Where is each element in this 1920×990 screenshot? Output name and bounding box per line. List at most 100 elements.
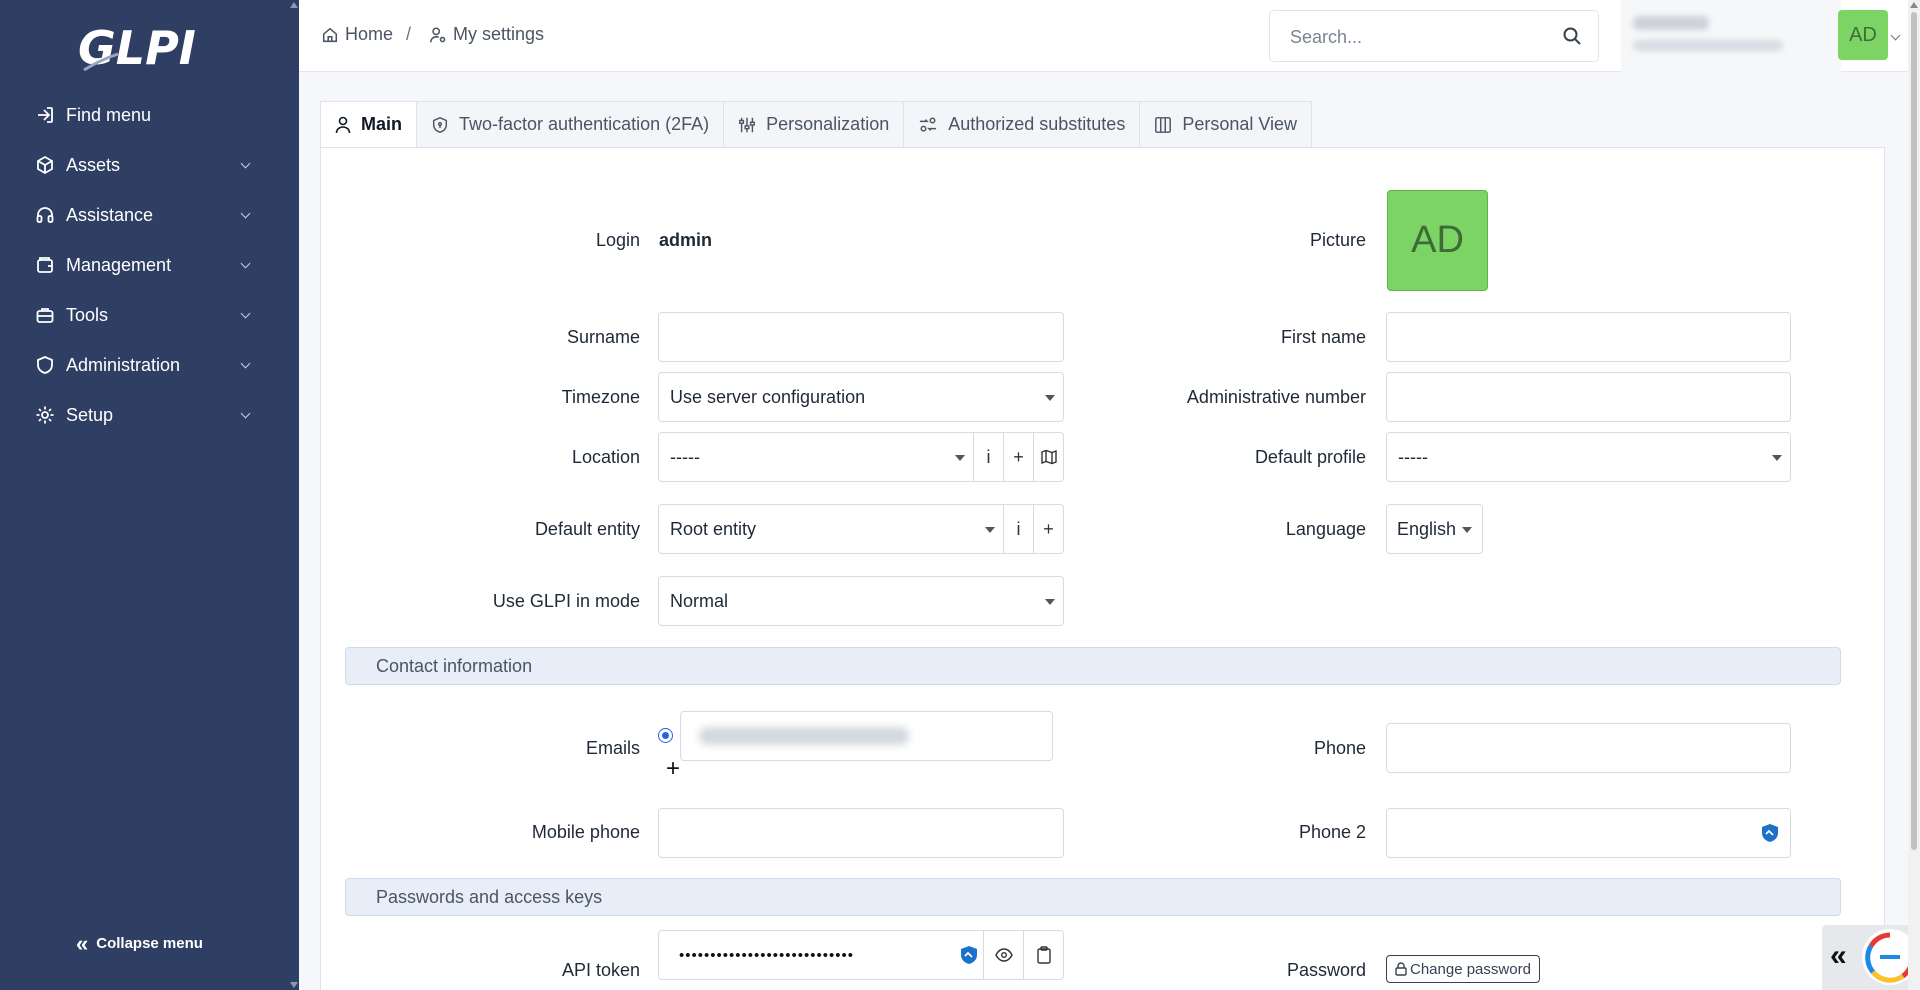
- page-scrollbar[interactable]: [1908, 0, 1920, 990]
- headset-icon: [34, 204, 56, 226]
- emails-label: Emails: [585, 738, 640, 758]
- change-password-button[interactable]: Change password: [1386, 955, 1540, 983]
- show-token-button[interactable]: [983, 931, 1023, 979]
- sidebar-item-tools[interactable]: Tools: [0, 290, 291, 340]
- sidebar-item-administration[interactable]: Administration: [0, 340, 291, 390]
- firstname-label: First name: [1280, 327, 1366, 347]
- chevron-down-icon: [240, 208, 251, 219]
- main-panel: [320, 147, 1885, 990]
- collapse-menu-button[interactable]: « Collapse menu: [76, 930, 203, 956]
- breadcrumb-my-settings-label: My settings: [453, 24, 545, 44]
- password-manager-icon[interactable]: [959, 945, 979, 965]
- mobile-phone-field: [658, 808, 1064, 858]
- tab-authorized-substitutes[interactable]: Authorized substitutes: [903, 101, 1140, 148]
- api-token-value[interactable]: ••••••••••••••••••••••••••••: [659, 947, 959, 964]
- user-picture[interactable]: AD: [1387, 190, 1488, 291]
- double-chevron-left-icon[interactable]: «: [1830, 939, 1847, 973]
- passwords-section-header[interactable]: Passwords and access keys: [345, 878, 1841, 916]
- picture-label: Picture: [1309, 230, 1366, 250]
- password-manager-icon[interactable]: [1760, 823, 1780, 843]
- chevron-down-icon: [240, 258, 251, 269]
- sidebar-item-label: Setup: [66, 404, 114, 425]
- phone-input[interactable]: [1387, 724, 1790, 772]
- caret-down-icon[interactable]: [955, 455, 965, 461]
- sidebar-item-management[interactable]: Management: [0, 240, 291, 290]
- tab-main[interactable]: Main: [320, 101, 417, 148]
- glpi-logo[interactable]: GLPI: [78, 20, 208, 78]
- default-email-radio[interactable]: [658, 728, 673, 743]
- user-avatar[interactable]: AD: [1838, 10, 1888, 60]
- clipboard-icon: [1036, 946, 1051, 964]
- sidebar-scrollbar[interactable]: [290, 0, 299, 990]
- default-profile-select[interactable]: -----: [1386, 432, 1791, 482]
- info-icon: i: [986, 446, 991, 467]
- sidebar-item-label: Administration: [66, 354, 181, 375]
- entity-info-button[interactable]: i: [1003, 505, 1033, 553]
- breadcrumb-my-settings[interactable]: My settings: [429, 24, 544, 45]
- tab-personal-view[interactable]: Personal View: [1139, 101, 1313, 148]
- timezone-select[interactable]: Use server configuration: [658, 372, 1064, 422]
- location-value[interactable]: -----: [659, 447, 955, 468]
- surname-input[interactable]: [659, 313, 1063, 361]
- scroll-down-arrow-icon[interactable]: [290, 982, 298, 988]
- floating-widget[interactable]: «: [1822, 925, 1920, 990]
- email-field[interactable]: [680, 711, 1053, 761]
- lock-icon: [1395, 962, 1407, 976]
- chevron-down-icon: [240, 408, 251, 419]
- copy-token-button[interactable]: [1023, 931, 1063, 979]
- sidebar-item-find-menu[interactable]: Find menu: [0, 90, 291, 140]
- default-entity-value[interactable]: Root entity: [659, 519, 985, 540]
- caret-down-icon: [1462, 527, 1472, 533]
- breadcrumb-home[interactable]: Home: [321, 24, 393, 45]
- sidebar-item-setup[interactable]: Setup: [0, 390, 291, 440]
- user-info-blurred[interactable]: [1621, 0, 1841, 72]
- gear-icon: [34, 404, 56, 426]
- admin-number-field: [1386, 372, 1791, 422]
- settings-tabs: Main Two-factor authentication (2FA) Per…: [320, 101, 1313, 148]
- tab-two-factor-auth[interactable]: Two-factor authentication (2FA): [416, 101, 724, 148]
- location-info-button[interactable]: i: [973, 433, 1003, 481]
- firstname-input[interactable]: [1387, 313, 1790, 361]
- add-email-button[interactable]: +: [666, 755, 680, 783]
- sidebar-item-label: Assistance: [66, 204, 154, 225]
- briefcase-icon: [34, 304, 56, 326]
- scrollbar-thumb[interactable]: [1911, 12, 1917, 850]
- location-map-button[interactable]: [1033, 433, 1063, 481]
- scroll-up-arrow-icon[interactable]: [290, 2, 298, 8]
- sidebar-item-label: Assets: [66, 154, 121, 175]
- language-select[interactable]: English: [1386, 504, 1483, 554]
- location-select-group: ----- i +: [658, 432, 1064, 482]
- contact-info-section-header[interactable]: Contact information: [345, 647, 1841, 685]
- home-icon: [322, 27, 338, 42]
- api-token-field: ••••••••••••••••••••••••••••: [658, 930, 1064, 980]
- double-chevron-left-icon: «: [76, 930, 89, 956]
- phone2-input[interactable]: [1387, 809, 1790, 857]
- cube-icon: [34, 154, 56, 176]
- location-label: Location: [571, 447, 640, 467]
- timezone-label: Timezone: [561, 387, 640, 407]
- mode-select[interactable]: Normal: [658, 576, 1064, 626]
- search-icon[interactable]: [1562, 26, 1582, 46]
- tab-personalization[interactable]: Personalization: [723, 101, 904, 148]
- wallet-icon: [34, 254, 56, 276]
- location-add-button[interactable]: +: [1003, 433, 1033, 481]
- sidebar: GLPI Find menu Assets Assistance Managem…: [0, 0, 299, 990]
- plus-icon: +: [1013, 446, 1024, 467]
- scroll-up-arrow-icon[interactable]: [1910, 2, 1918, 8]
- entity-add-button[interactable]: +: [1033, 505, 1063, 553]
- tab-label: Authorized substitutes: [948, 114, 1126, 134]
- caret-down-icon[interactable]: [985, 527, 995, 533]
- search-input[interactable]: [1290, 25, 1550, 49]
- mobile-phone-input[interactable]: [659, 809, 1063, 857]
- sidebar-item-assistance[interactable]: Assistance: [0, 190, 291, 240]
- user-icon: [335, 116, 351, 133]
- global-search: [1269, 10, 1599, 62]
- tab-label: Main: [361, 114, 403, 134]
- breadcrumb-separator: /: [406, 24, 412, 44]
- caret-down-icon: [1045, 599, 1055, 605]
- mode-value: Normal: [670, 590, 729, 611]
- admin-number-input[interactable]: [1387, 373, 1790, 421]
- sidebar-item-assets[interactable]: Assets: [0, 140, 291, 190]
- tab-label: Personal View: [1182, 114, 1298, 134]
- phone2-field: [1386, 808, 1791, 858]
